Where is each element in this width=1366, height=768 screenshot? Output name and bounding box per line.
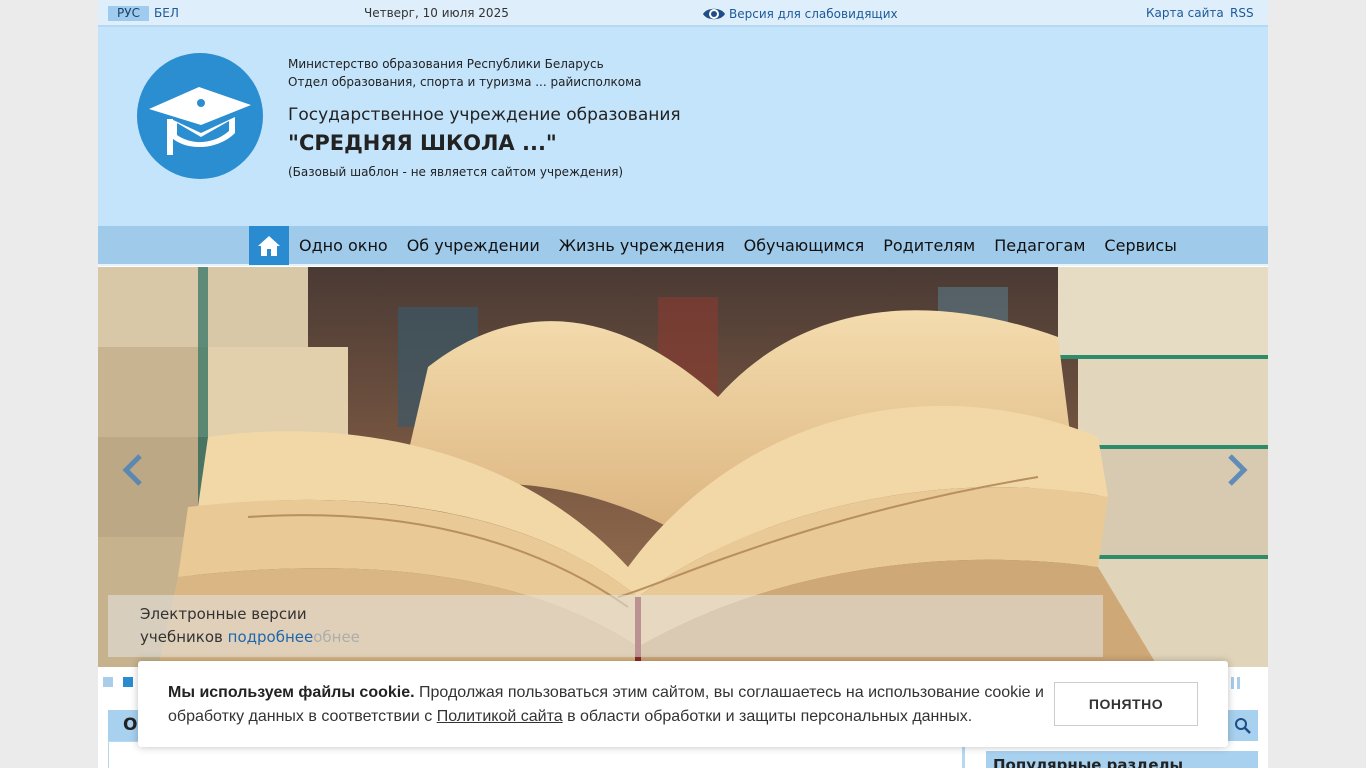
search-icon bbox=[1235, 717, 1251, 734]
home-button[interactable] bbox=[249, 226, 289, 265]
page: РУС БЕЛ Четверг, 10 июля 2025 Версия для… bbox=[98, 0, 1268, 768]
lang-be-button[interactable]: БЕЛ bbox=[154, 6, 179, 21]
caption-line2: учебников подробнееобнее bbox=[140, 628, 360, 646]
nav-item-zhizn-uchrezhdeniya[interactable]: Жизнь учреждения bbox=[559, 236, 725, 255]
nav-item-pedagogam[interactable]: Педагогам bbox=[994, 236, 1085, 255]
slider-next-icon[interactable] bbox=[1224, 453, 1250, 487]
caption-more-link[interactable]: подробнее bbox=[228, 628, 314, 646]
current-date: Четверг, 10 июля 2025 bbox=[364, 6, 509, 20]
cookie-title: Мы используем файлы cookie. bbox=[168, 684, 415, 701]
caption-text: учебников bbox=[140, 628, 223, 646]
main-nav: Одно окно Об учреждении Жизнь учреждения… bbox=[98, 226, 1268, 266]
graduation-cap-icon[interactable] bbox=[137, 53, 263, 179]
accessibility-link-label: Версия для слабовидящих bbox=[729, 7, 898, 21]
site-header: Министерство образования Республики Бела… bbox=[98, 27, 1268, 226]
nav-item-obuchayushchimsya[interactable]: Обучающимся bbox=[744, 236, 865, 255]
nav-item-servisy[interactable]: Сервисы bbox=[1104, 236, 1176, 255]
top-bar: РУС БЕЛ Четверг, 10 июля 2025 Версия для… bbox=[98, 0, 1268, 27]
search-button[interactable] bbox=[1228, 710, 1258, 741]
caption-line1: Электронные версии bbox=[140, 605, 307, 623]
rss-link[interactable]: RSS bbox=[1230, 6, 1254, 20]
nav-item-odno-okno[interactable]: Одно окно bbox=[299, 236, 388, 255]
caption-ghost-text: обнее bbox=[313, 628, 360, 646]
image-slider[interactable]: Электронные версии учебников подробнееоб… bbox=[98, 267, 1268, 667]
ministry-name: Министерство образования Республики Бела… bbox=[288, 57, 604, 71]
pause-icon[interactable] bbox=[1231, 677, 1240, 689]
cookie-body-2: в области обработки и защиты персональны… bbox=[562, 708, 973, 725]
nav-item-roditelyam[interactable]: Родителям bbox=[883, 236, 975, 255]
template-note: (Базовый шаблон - не является сайтом учр… bbox=[288, 165, 624, 179]
home-icon bbox=[258, 235, 280, 256]
sitemap-link[interactable]: Карта сайта bbox=[1146, 6, 1224, 20]
cookie-text: Мы используем файлы cookie. Продолжая по… bbox=[168, 681, 1048, 729]
slider-dot-1[interactable] bbox=[103, 677, 113, 687]
lang-ru-button[interactable]: РУС bbox=[108, 6, 149, 21]
cookie-accept-button[interactable]: ПОНЯТНО bbox=[1054, 682, 1198, 726]
institution-type: Государственное учреждение образования bbox=[288, 105, 681, 125]
slider-prev-icon[interactable] bbox=[120, 453, 146, 487]
nav-menu: Одно окно Об учреждении Жизнь учреждения… bbox=[299, 226, 1196, 265]
cookie-banner: Мы используем файлы cookie. Продолжая по… bbox=[138, 661, 1228, 747]
slide-caption: Электронные версии учебников подробнееоб… bbox=[108, 595, 1103, 657]
nav-item-ob-uchrezhdenii[interactable]: Об учреждении bbox=[407, 236, 540, 255]
slider-dot-2[interactable] bbox=[123, 677, 133, 687]
popular-sections-heading: Популярные разделы bbox=[986, 751, 1258, 768]
department-name: Отдел образования, спорта и туризма ... … bbox=[288, 75, 642, 89]
cookie-policy-link[interactable]: Политикой сайта bbox=[437, 708, 563, 725]
accessibility-link[interactable]: Версия для слабовидящих bbox=[702, 4, 898, 24]
eye-icon bbox=[703, 8, 725, 20]
school-name[interactable]: "СРЕДНЯЯ ШКОЛА ..." bbox=[288, 131, 557, 155]
